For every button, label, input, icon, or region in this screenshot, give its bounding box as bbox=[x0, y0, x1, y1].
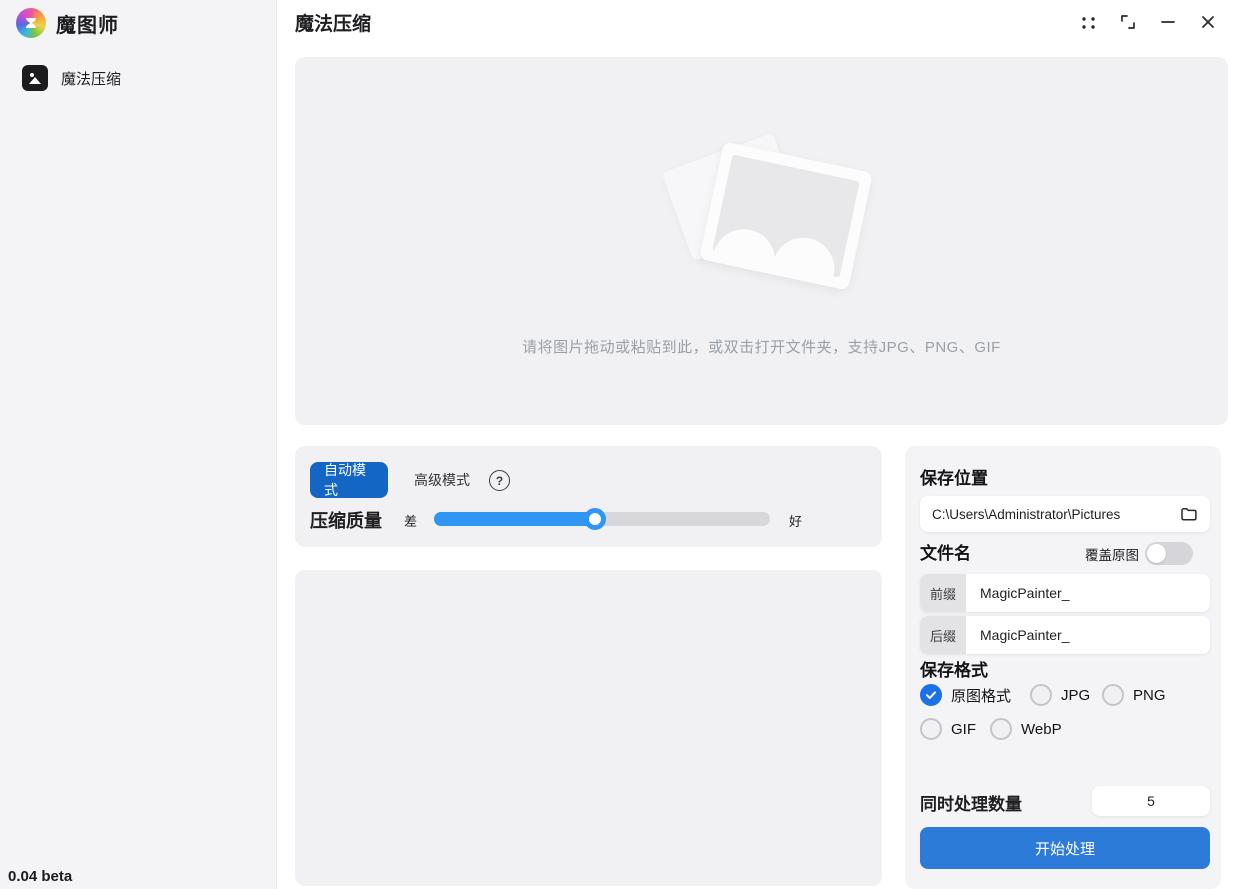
radio-original-format[interactable]: 原图格式 bbox=[920, 684, 1011, 706]
concurrency-input[interactable] bbox=[1092, 786, 1210, 816]
app-window: 魔图师 魔法压缩 0.04 beta 魔法压缩 bbox=[0, 0, 1236, 889]
radio-circle bbox=[920, 684, 942, 706]
save-path-box bbox=[920, 496, 1210, 532]
concurrency-row: 同时处理数量 bbox=[920, 786, 1210, 816]
radio-circle bbox=[1102, 684, 1124, 706]
fullscreen-button[interactable] bbox=[1108, 5, 1148, 39]
save-format-heading: 保存格式 bbox=[920, 656, 988, 681]
radio-webp[interactable]: WebP bbox=[990, 718, 1062, 740]
help-icon[interactable]: ? bbox=[489, 470, 510, 491]
app-name: 魔图师 bbox=[56, 9, 119, 38]
quality-slider[interactable] bbox=[434, 512, 770, 526]
prefix-input[interactable] bbox=[966, 574, 1210, 612]
suffix-tag: 后缀 bbox=[920, 616, 966, 654]
save-location-heading: 保存位置 bbox=[920, 464, 988, 489]
radio-circle bbox=[990, 718, 1012, 740]
hourglass-icon bbox=[23, 15, 39, 31]
app-logo-icon bbox=[16, 8, 46, 38]
app-brand: 魔图师 bbox=[16, 6, 119, 40]
version-label: 0.04 beta bbox=[8, 868, 72, 885]
image-icon bbox=[22, 65, 48, 91]
photos-watermark-icon bbox=[652, 120, 872, 310]
quality-label: 压缩质量 bbox=[310, 507, 382, 533]
concurrency-label: 同时处理数量 bbox=[920, 790, 1022, 815]
prefix-tag: 前缀 bbox=[920, 574, 966, 612]
format-options-row2: GIF WebP bbox=[920, 718, 1210, 744]
prefix-row: 前缀 bbox=[920, 574, 1210, 612]
overwrite-label: 覆盖原图 bbox=[1085, 544, 1139, 564]
minimize-icon bbox=[1160, 14, 1176, 30]
mode-panel: 自动模式 高级模式 ? 压缩质量 差 好 bbox=[295, 446, 882, 547]
quality-max-label: 好 bbox=[789, 511, 802, 530]
quality-row: 压缩质量 差 好 bbox=[310, 504, 867, 534]
dots-menu-button[interactable] bbox=[1068, 5, 1108, 39]
radio-gif[interactable]: GIF bbox=[920, 718, 976, 740]
quality-slider-fill bbox=[434, 512, 603, 526]
save-path-input[interactable] bbox=[932, 507, 1178, 522]
minimize-button[interactable] bbox=[1148, 5, 1188, 39]
toggle-knob bbox=[1147, 544, 1166, 563]
sidebar-item-magic-compress[interactable]: 魔法压缩 bbox=[22, 62, 262, 94]
sidebar: 魔图师 魔法压缩 0.04 beta bbox=[0, 0, 277, 889]
radio-png[interactable]: PNG bbox=[1102, 684, 1166, 706]
tab-advanced-mode[interactable]: 高级模式 bbox=[400, 462, 484, 498]
image-dropzone[interactable]: 请将图片拖动或粘贴到此，或双击打开文件夹，支持JPG、PNG、GIF bbox=[295, 57, 1228, 425]
save-settings-panel: 保存位置 文件名 覆盖原图 前缀 后缀 保存格式 bbox=[905, 446, 1221, 889]
suffix-input[interactable] bbox=[966, 616, 1210, 654]
close-icon bbox=[1200, 14, 1216, 30]
browse-folder-button[interactable] bbox=[1178, 503, 1200, 525]
start-processing-button[interactable]: 开始处理 bbox=[920, 827, 1210, 869]
format-options-row1: 原图格式 JPG PNG bbox=[920, 684, 1210, 710]
page-title: 魔法压缩 bbox=[295, 9, 371, 36]
suffix-row: 后缀 bbox=[920, 616, 1210, 654]
filename-heading: 文件名 bbox=[920, 539, 971, 564]
folder-icon bbox=[1180, 505, 1198, 523]
sidebar-item-label: 魔法压缩 bbox=[61, 68, 121, 89]
dropzone-hint: 请将图片拖动或粘贴到此，或双击打开文件夹，支持JPG、PNG、GIF bbox=[295, 336, 1228, 357]
tab-auto-mode[interactable]: 自动模式 bbox=[310, 462, 388, 498]
dots-grid-icon bbox=[1080, 14, 1097, 31]
quality-min-label: 差 bbox=[404, 511, 417, 530]
overwrite-toggle[interactable] bbox=[1145, 542, 1193, 565]
radio-circle bbox=[1030, 684, 1052, 706]
radio-circle bbox=[920, 718, 942, 740]
quality-slider-thumb[interactable] bbox=[584, 508, 606, 530]
check-icon bbox=[925, 689, 937, 701]
window-controls bbox=[1068, 0, 1228, 44]
file-list-panel bbox=[295, 570, 882, 886]
close-button[interactable] bbox=[1188, 5, 1228, 39]
radio-jpg[interactable]: JPG bbox=[1030, 684, 1090, 706]
fullscreen-icon bbox=[1120, 14, 1136, 30]
